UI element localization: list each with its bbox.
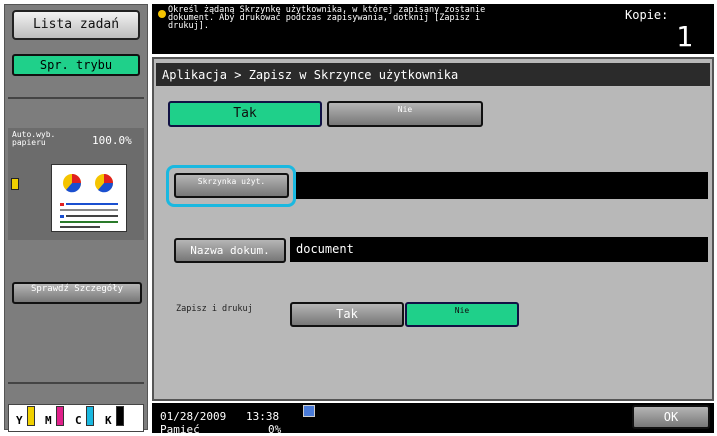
- copies-value: 1: [676, 20, 693, 53]
- user-box-button[interactable]: Skrzynka użyt.: [174, 173, 289, 198]
- save-print-yes-button[interactable]: Tak: [290, 302, 404, 327]
- save-print-label: Zapisz i drukuj: [176, 304, 253, 314]
- time-text: 13:38: [246, 410, 280, 423]
- document-name-button[interactable]: Nazwa dokum.: [174, 238, 286, 263]
- paper-label: Auto.wyb. papieru: [12, 130, 56, 147]
- toner-y-label: Y: [16, 414, 23, 427]
- toner-c-bar: [86, 406, 94, 426]
- document-name-field[interactable]: document: [290, 237, 708, 262]
- toner-c-label: C: [75, 414, 82, 427]
- status-bar: [152, 403, 714, 433]
- page-title: Aplikacja > Zapisz w Skrzynce użytkownik…: [162, 68, 459, 82]
- user-box-field[interactable]: [296, 172, 708, 199]
- toner-m-label: M: [45, 414, 52, 427]
- date-text: 01/28/2009: [160, 410, 227, 423]
- toner-y-bar: [27, 406, 35, 426]
- job-list-button[interactable]: Lista zadań: [12, 10, 140, 40]
- tab-yes[interactable]: Tak: [168, 101, 322, 127]
- paper-tray-icon: [11, 178, 19, 190]
- toner-k-label: K: [105, 414, 112, 427]
- memory-label: Pamięć: [160, 423, 200, 436]
- toner-m-bar: [56, 406, 64, 426]
- check-details-button[interactable]: Sprawdź Szczegóły: [12, 282, 142, 304]
- tab-no[interactable]: Nie: [327, 101, 483, 127]
- ok-button[interactable]: OK: [632, 405, 710, 429]
- save-print-no-button[interactable]: Nie: [405, 302, 519, 327]
- mode-check-button[interactable]: Spr. trybu: [12, 54, 140, 76]
- divider: [8, 97, 144, 99]
- toner-k-bar: [116, 406, 124, 426]
- copies-label: Kopie:: [625, 8, 669, 22]
- document-preview-icon: [51, 164, 127, 232]
- instruction-message: Określ żądaną Skrzynkę użytkownika, w kt…: [168, 5, 486, 31]
- zoom-value: 100.0%: [92, 134, 132, 147]
- memory-value: 0%: [268, 423, 282, 436]
- info-icon: [158, 10, 166, 18]
- network-icon: [303, 405, 315, 417]
- divider: [8, 382, 144, 384]
